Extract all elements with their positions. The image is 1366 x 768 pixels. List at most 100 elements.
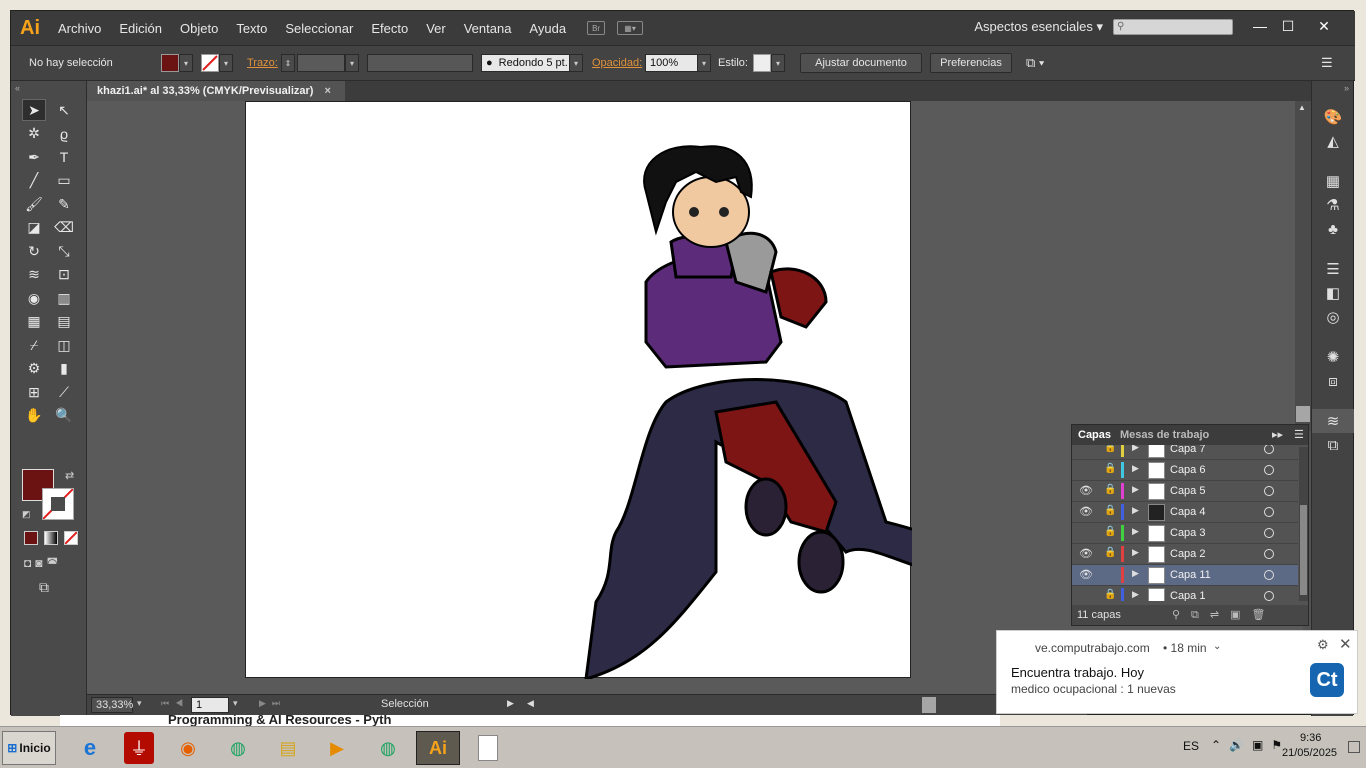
mesh-tool-icon[interactable]: ▦ xyxy=(22,311,46,333)
chrome-icon[interactable]: ◍ xyxy=(216,731,260,765)
brush-definition[interactable]: ● Redondo 5 pt. xyxy=(481,54,571,72)
eye-icon[interactable]: 👁 xyxy=(1079,505,1093,518)
target-icon[interactable] xyxy=(1264,570,1274,580)
firefox-icon[interactable]: ◉ xyxy=(166,731,210,765)
expand-layer-icon[interactable]: ▶ xyxy=(1132,526,1139,537)
stroke-panel-icon[interactable]: ☰ xyxy=(1312,257,1354,281)
stroke-label[interactable]: Trazo: xyxy=(247,57,278,69)
collapse-dock-icon[interactable]: » xyxy=(1344,83,1349,93)
swatches-panel-icon[interactable]: ▦ xyxy=(1312,169,1354,193)
target-icon[interactable] xyxy=(1264,549,1274,559)
target-icon[interactable] xyxy=(1264,591,1274,601)
layers-menu-icon[interactable]: ☰ xyxy=(1294,428,1304,441)
lock-icon[interactable]: 🔒 xyxy=(1104,547,1116,558)
expand-icon[interactable]: ⌄ xyxy=(1213,641,1221,652)
layer-row[interactable]: 🔒 ▶ Capa 3 xyxy=(1072,523,1298,544)
artboards-panel-icon[interactable]: ⧉ xyxy=(1312,433,1354,457)
expand-layer-icon[interactable]: ▶ xyxy=(1132,445,1139,453)
layers-panel-icon[interactable]: ≋ xyxy=(1312,409,1354,433)
blank-document-icon[interactable] xyxy=(466,731,510,765)
type-tool-icon[interactable]: T xyxy=(52,146,76,168)
menu-objeto[interactable]: Objeto xyxy=(171,21,227,36)
appearance-panel-icon[interactable]: ✺ xyxy=(1312,345,1354,369)
variable-width-profile[interactable] xyxy=(367,54,473,72)
first-prev-artboard-icons[interactable]: ⏮◀ xyxy=(161,698,189,709)
chrome-profile-icon[interactable]: ◍ xyxy=(366,731,410,765)
layer-row[interactable]: 👁 🔒 ▶ Capa 2 xyxy=(1072,544,1298,565)
layers-scrollbar[interactable] xyxy=(1299,447,1308,601)
scroll-left-icon[interactable]: ◀ xyxy=(527,698,534,709)
direct-selection-tool-icon[interactable]: ↖ xyxy=(52,99,76,121)
stroke-weight-field[interactable] xyxy=(297,54,345,72)
lock-icon[interactable]: 🔒 xyxy=(1104,589,1116,600)
fill-dropdown-icon[interactable]: ▾ xyxy=(179,54,193,72)
lock-icon[interactable]: 🔒 xyxy=(1104,463,1116,474)
clock-date[interactable]: 21/05/2025 xyxy=(1282,747,1337,759)
artboard-number-field[interactable]: 1 xyxy=(191,697,229,713)
gradient-mode-icon[interactable] xyxy=(44,531,58,545)
artboard-dropdown-icon[interactable]: ▾ xyxy=(233,698,238,709)
file-explorer-icon[interactable]: ▤ xyxy=(266,731,310,765)
pen-tool-icon[interactable]: ✒ xyxy=(22,146,46,168)
lock-icon[interactable]: 🔒 xyxy=(1104,526,1116,537)
eyedropper-tool-icon[interactable]: ⌿ xyxy=(22,334,46,356)
color-mode-icon[interactable] xyxy=(24,531,38,545)
stroke-weight-dropdown-icon[interactable]: ▾ xyxy=(345,54,359,72)
status-menu-arrow-icon[interactable]: ▶ xyxy=(507,698,514,709)
stroke-swatch[interactable] xyxy=(201,54,219,72)
line-tool-icon[interactable]: ╱ xyxy=(22,170,46,192)
selection-tool-icon[interactable]: ➤ xyxy=(22,99,46,121)
show-desktop-button[interactable] xyxy=(1348,741,1360,753)
menu-ayuda[interactable]: Ayuda xyxy=(520,21,575,36)
document-tab[interactable]: khazi1.ai* al 33,33% (CMYK/Previsualizar… xyxy=(87,81,345,101)
maximize-button[interactable]: ☐ xyxy=(1273,15,1303,37)
menu-archivo[interactable]: Archivo xyxy=(49,21,110,36)
layer-row[interactable]: 👁 🔒 ▶ Capa 4 xyxy=(1072,502,1298,523)
lock-icon[interactable]: 🔒 xyxy=(1104,505,1116,516)
draw-mode-icons[interactable]: ◘◙◚ xyxy=(24,556,62,570)
zoom-tool-icon[interactable]: 🔍 xyxy=(52,405,76,427)
search-input[interactable]: ⚲ xyxy=(1113,19,1233,35)
hand-tool-icon[interactable]: ✋ xyxy=(22,405,46,427)
menu-ver[interactable]: Ver xyxy=(417,21,455,36)
style-dropdown-icon[interactable]: ▾ xyxy=(771,54,785,72)
screen-mode-icon[interactable]: ⧉ xyxy=(39,579,49,596)
internet-explorer-icon[interactable]: e xyxy=(68,731,112,765)
menu-efecto[interactable]: Efecto xyxy=(362,21,417,36)
bridge-button[interactable]: Br xyxy=(587,21,606,35)
gradient-panel-icon[interactable]: ◧ xyxy=(1312,281,1354,305)
expand-layer-icon[interactable]: ▶ xyxy=(1132,589,1139,600)
settings-icon[interactable]: ⚙ xyxy=(1317,637,1329,653)
eye-icon[interactable]: 👁 xyxy=(1079,568,1093,581)
tab-capas[interactable]: Capas xyxy=(1078,429,1111,441)
graphic-styles-icon[interactable]: ⧈ xyxy=(1312,369,1354,393)
fit-document-button[interactable]: Ajustar documento xyxy=(800,53,922,73)
free-transform-tool-icon[interactable]: ⊡ xyxy=(52,264,76,286)
layers-scroll-thumb[interactable] xyxy=(1300,505,1307,595)
target-icon[interactable] xyxy=(1264,507,1274,517)
scale-tool-icon[interactable]: ⤡ xyxy=(52,240,76,262)
media-player-icon[interactable]: ▶ xyxy=(315,731,359,765)
workspace-switcher[interactable]: Aspectos esenciales ▾ xyxy=(974,19,1103,35)
layer-row[interactable]: 👁 🔒 ▶ Capa 5 xyxy=(1072,481,1298,502)
target-icon[interactable] xyxy=(1264,528,1274,538)
brushes-panel-icon[interactable]: ⚗ xyxy=(1312,193,1354,217)
symbol-sprayer-tool-icon[interactable]: ⚙ xyxy=(22,358,46,380)
target-icon[interactable] xyxy=(1264,465,1274,475)
expand-layer-icon[interactable]: ▶ xyxy=(1132,484,1139,495)
none-mode-icon[interactable] xyxy=(64,531,78,545)
blend-tool-icon[interactable]: ◫ xyxy=(52,334,76,356)
eye-icon[interactable]: 👁 xyxy=(1079,547,1093,560)
close-tab-icon[interactable]: × xyxy=(325,85,331,97)
transparency-panel-icon[interactable]: ◎ xyxy=(1312,305,1354,329)
gradient-tool-icon[interactable]: ▤ xyxy=(52,311,76,333)
close-notification-icon[interactable]: ✕ xyxy=(1339,635,1352,653)
collapse-toolbox-icon[interactable]: « xyxy=(15,83,20,93)
symbols-panel-icon[interactable]: ♣ xyxy=(1312,217,1354,241)
paintbrush-tool-icon[interactable]: 🖌 xyxy=(22,193,46,215)
illustrator-taskbar-icon[interactable]: Ai xyxy=(416,731,460,765)
opacity-label[interactable]: Opacidad: xyxy=(592,57,642,69)
rectangle-tool-icon[interactable]: ▭ xyxy=(52,170,76,192)
close-button[interactable]: ✕ xyxy=(1309,15,1339,37)
align-icon[interactable]: ⧉ ▾ xyxy=(1026,55,1044,71)
